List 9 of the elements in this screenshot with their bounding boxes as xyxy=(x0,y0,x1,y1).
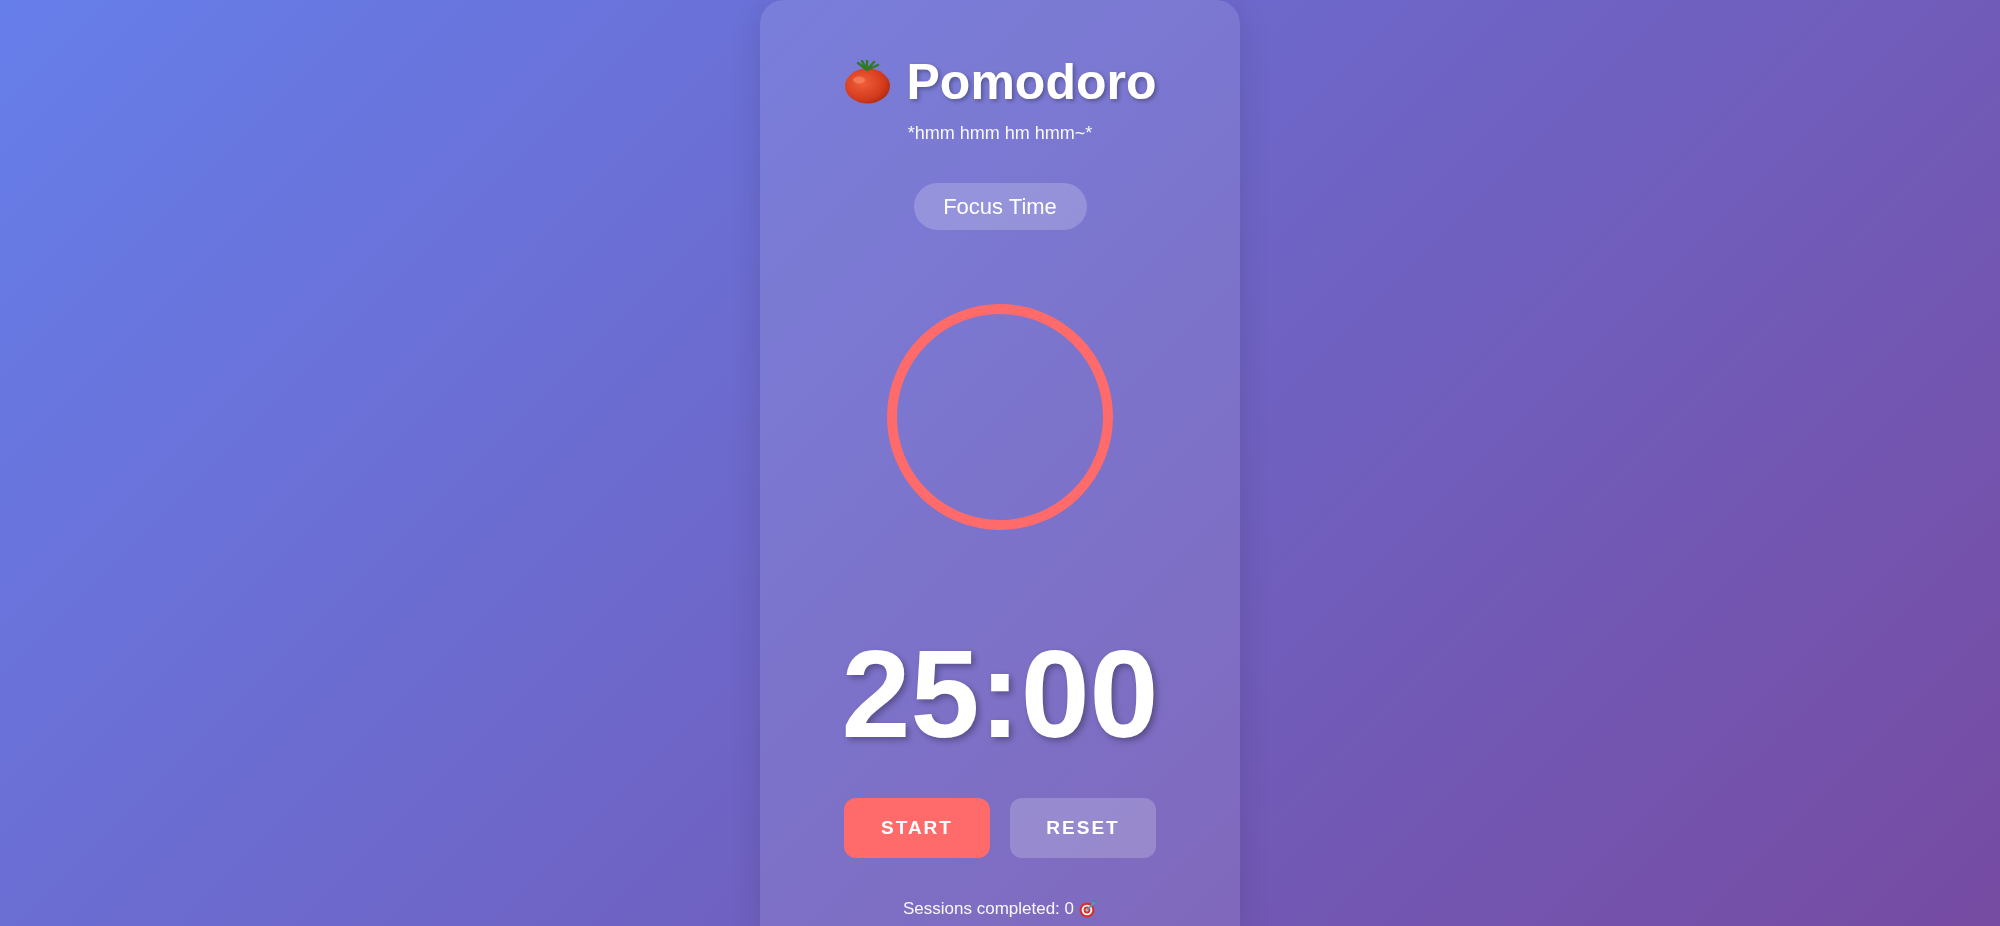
app-title: Pomodoro xyxy=(906,53,1157,112)
reset-button[interactable]: RESET xyxy=(1010,798,1156,858)
mode-label: Focus Time xyxy=(913,183,1087,230)
start-button[interactable]: START xyxy=(844,798,990,858)
subtitle: *hmm hmm hm hmm~* xyxy=(907,122,1093,145)
sessions-count: Sessions completed: 0 xyxy=(902,898,1074,920)
timer-display: 25:00 xyxy=(841,632,1159,756)
target-icon xyxy=(1079,900,1097,918)
tomato-icon xyxy=(843,60,891,104)
